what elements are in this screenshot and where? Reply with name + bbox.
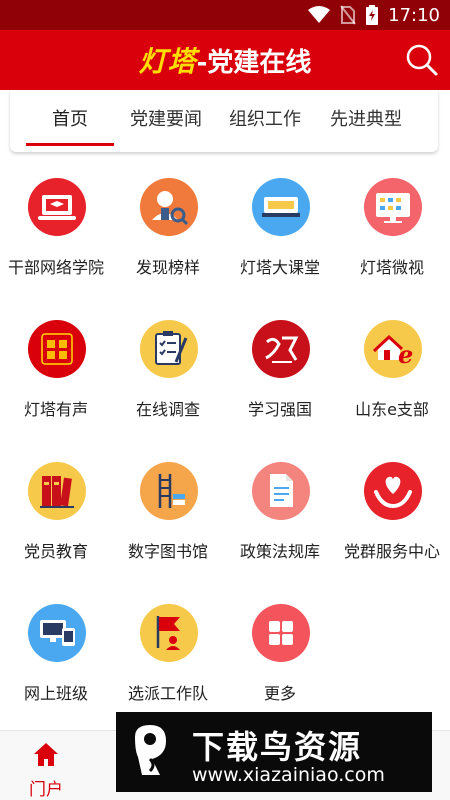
grid-item-lighthouse-video[interactable]: 灯塔微视 (336, 178, 448, 298)
tab-label: 先进典型 (330, 109, 402, 130)
watermark-url: www.xiazainiao.com (192, 764, 385, 786)
tab-bar: 首页 党建要闻 组织工作 先进典型 (10, 90, 438, 152)
wifi-icon (308, 6, 331, 23)
tab-home[interactable]: 首页 (26, 90, 114, 146)
title-brand: 灯塔 (138, 45, 197, 78)
grid-item-label: 干部网络学院 (7, 258, 104, 277)
nav-item-label: 门户 (29, 780, 63, 800)
house-e-icon: e (364, 320, 422, 378)
grid-item-label: 网上班级 (23, 684, 88, 703)
grid-item-label: 更多 (263, 684, 296, 703)
grid-item-lighthouse-audio[interactable]: 灯塔有声 (0, 320, 112, 440)
grid-item-xuexi-qiangguo[interactable]: 学习强国 (224, 320, 336, 440)
app-title: 灯塔 -党建在线 (0, 30, 450, 90)
heart-hands-icon (364, 462, 422, 520)
home-icon (34, 743, 58, 766)
library-ladder-icon (140, 462, 198, 520)
grid-item-online-survey[interactable]: 在线调查 (112, 320, 224, 440)
grid-item-online-class[interactable]: 网上班级 (0, 604, 112, 724)
grid-item-dispatch-team[interactable]: 选派工作队 (112, 604, 224, 724)
bird-logo-icon (135, 725, 166, 775)
grid-item-party-education[interactable]: 党员教育 (0, 462, 112, 582)
status-icons: 17:10 (308, 4, 440, 26)
tab-party-news[interactable]: 党建要闻 (120, 90, 212, 146)
grid-item-label: 党群服务中心 (343, 542, 440, 561)
tab-advanced-models[interactable]: 先进典型 (318, 90, 414, 146)
books-icon (28, 462, 86, 520)
nav-item-portal[interactable]: 门户 (18, 737, 74, 800)
grid-item-label: 山东e支部 (355, 400, 429, 419)
classroom-board-icon (252, 178, 310, 236)
tab-label: 首页 (52, 109, 88, 130)
person-search-icon (140, 178, 198, 236)
battery-charging-icon (366, 5, 379, 25)
watermark-title: 下载鸟资源 (192, 728, 363, 766)
status-bar: 17:10 (0, 0, 450, 30)
document-icon (252, 462, 310, 520)
svg-text:e: e (398, 340, 413, 369)
no-sim-icon (340, 5, 356, 25)
tab-label: 党建要闻 (130, 109, 202, 130)
grid-item-digital-library[interactable]: 数字图书馆 (112, 462, 224, 582)
grid-item-label: 灯塔微视 (359, 258, 424, 277)
search-button[interactable] (404, 42, 440, 78)
clock: 17:10 (388, 4, 440, 26)
tab-active-indicator (26, 143, 114, 146)
survey-clipboard-icon (140, 320, 198, 378)
grid-item-more[interactable]: 更多 (224, 604, 336, 724)
grid-item-policy-library[interactable]: 政策法规库 (224, 462, 336, 582)
grid-item-label: 学习强国 (247, 400, 312, 419)
tab-organization-work[interactable]: 组织工作 (218, 90, 312, 146)
grid-item-label: 发现榜样 (135, 258, 200, 277)
grid-item-party-service-center[interactable]: 党群服务中心 (336, 462, 448, 582)
more-grid-icon (252, 604, 310, 662)
title-text: -党建在线 (196, 47, 312, 78)
online-class-icon (28, 604, 86, 662)
grid-item-label: 在线调查 (135, 400, 200, 419)
grid-item-shandong-e-branch[interactable]: e 山东e支部 (336, 320, 448, 440)
grid-item-label: 灯塔有声 (23, 400, 88, 419)
app-header: 灯塔 -党建在线 (0, 30, 450, 90)
grid-item-cadre-academy[interactable]: 干部网络学院 (0, 178, 112, 298)
monitor-icon (364, 178, 422, 236)
search-icon (406, 44, 438, 76)
watermark-banner: 下载鸟资源 www.xiazainiao.com (116, 712, 432, 792)
grid-item-label: 选派工作队 (127, 684, 208, 703)
tab-label: 组织工作 (229, 109, 301, 130)
grid-item-lighthouse-classroom[interactable]: 灯塔大课堂 (224, 178, 336, 298)
xuexi-logo-icon (252, 320, 310, 378)
grid-item-label: 政策法规库 (239, 542, 320, 561)
grid-item-label: 灯塔大课堂 (239, 258, 320, 277)
laptop-book-icon (28, 178, 86, 236)
grid-item-discover-models[interactable]: 发现榜样 (112, 178, 224, 298)
grid-item-label: 数字图书馆 (127, 542, 208, 561)
flag-team-icon (140, 604, 198, 662)
audio-badge-icon (28, 320, 86, 378)
grid-item-label: 党员教育 (23, 542, 88, 561)
